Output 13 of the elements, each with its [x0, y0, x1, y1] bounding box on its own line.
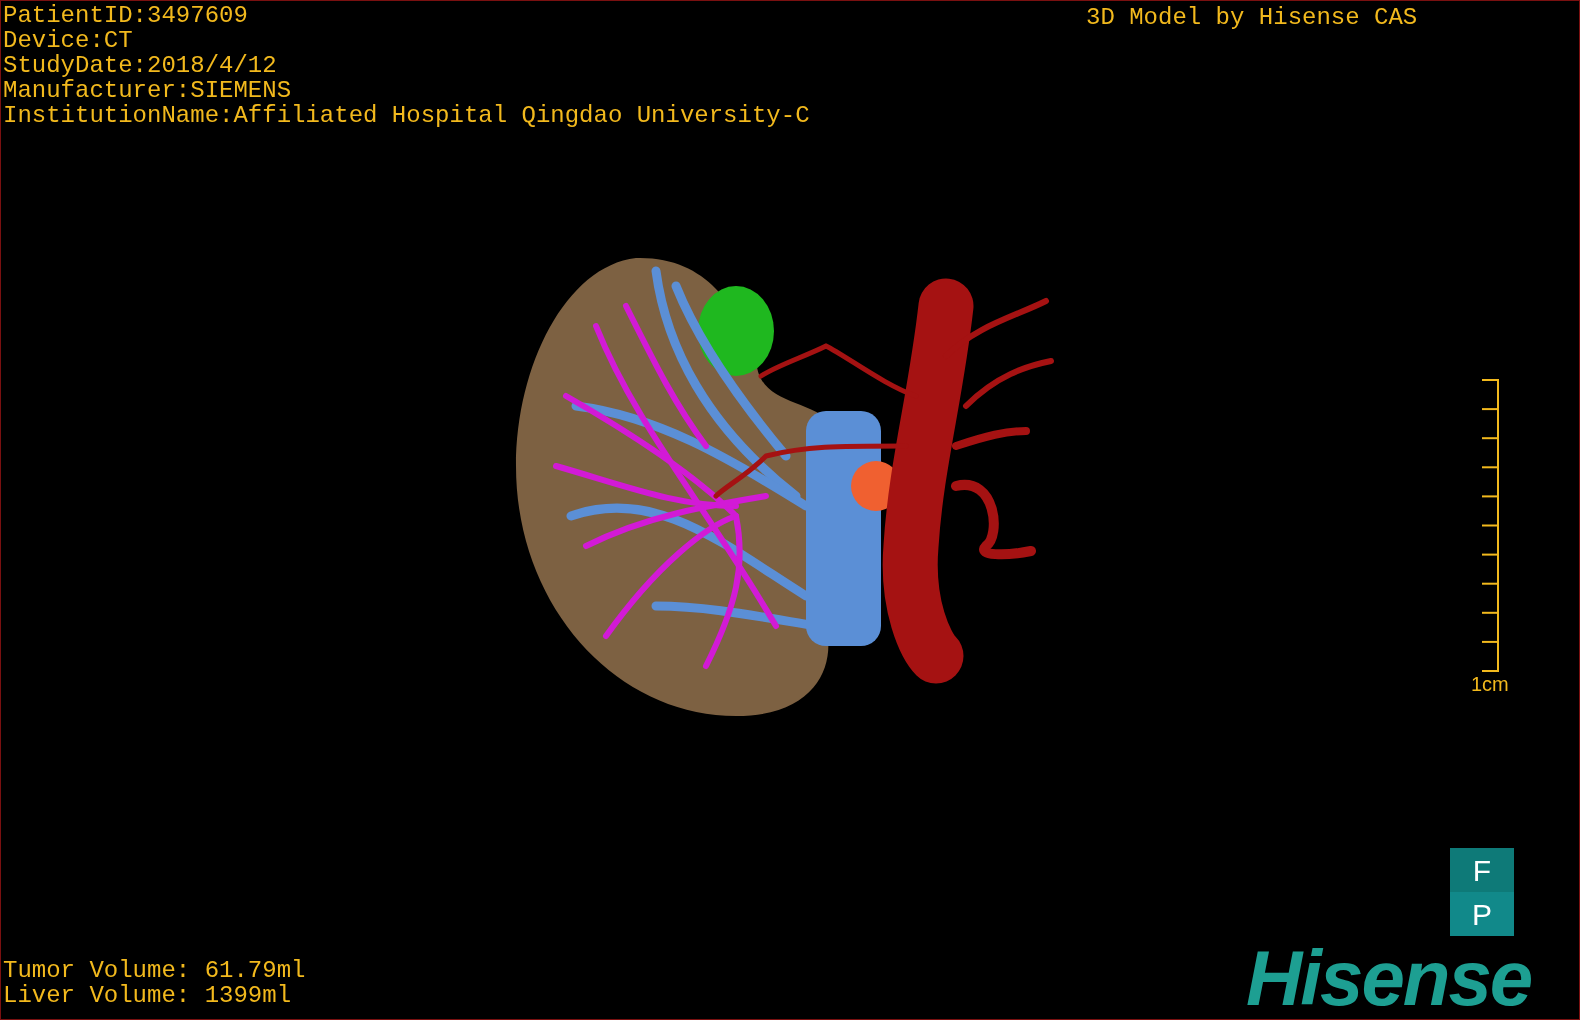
patient-info-text: Manufacturer:SIEMENS: [3, 78, 293, 103]
patient-info-text: StudyDate:2018/4/12: [3, 53, 278, 78]
volume-text: Tumor Volume: 61.79ml: [3, 958, 306, 983]
orientation-button[interactable]: F: [1450, 848, 1514, 892]
volume-text: Liver Volume: 1399ml: [3, 983, 293, 1008]
patient-info-text: InstitutionName:Affiliated Hospital Qingdao University-C: [3, 103, 810, 128]
orientation-button[interactable]: P: [1450, 892, 1514, 936]
patient-info-text: Device:CT: [3, 28, 134, 53]
model-caption: 3D Model by Hisense CAS: [1086, 5, 1418, 30]
patient-info-text: PatientID:3497609: [3, 3, 249, 28]
scale-bar-icon: [1479, 379, 1500, 672]
brand-logo: Hisense: [1246, 938, 1532, 1018]
scale-label: 1cm: [1471, 672, 1509, 696]
